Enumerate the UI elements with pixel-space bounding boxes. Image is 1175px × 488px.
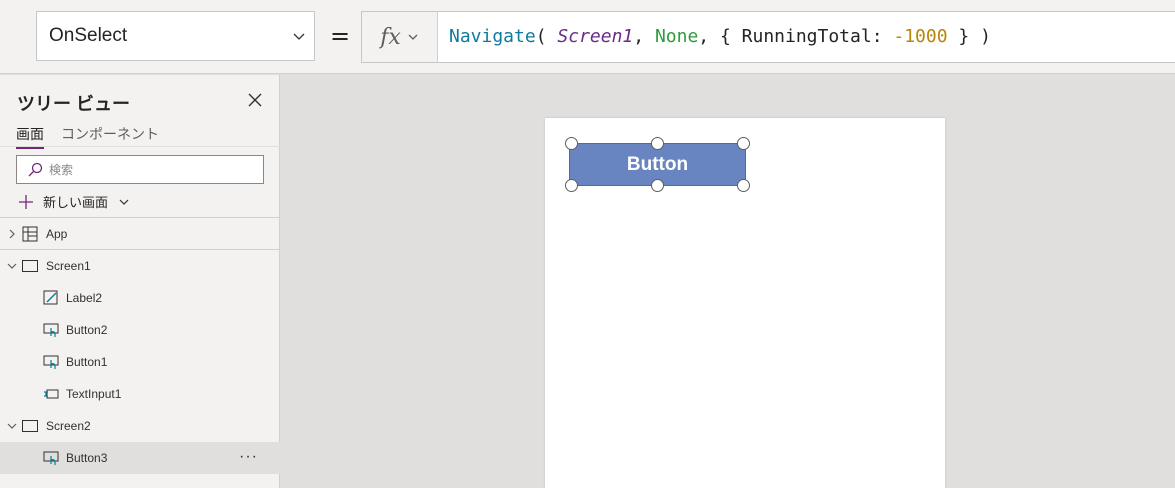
divider: [0, 146, 280, 147]
app-screen[interactable]: Button: [545, 118, 945, 488]
label-icon: [43, 290, 58, 305]
property-dropdown-value: OnSelect: [49, 25, 128, 46]
tree-node-label: Button3: [66, 451, 108, 465]
chevron-down-icon: [408, 34, 418, 40]
tree-view-title: ツリー ビュー: [17, 94, 131, 114]
resize-handle-top[interactable]: [651, 137, 664, 150]
chevron-down-icon[interactable]: [6, 420, 18, 432]
equals-sign: =: [330, 22, 351, 50]
formula-punct: (: [535, 26, 558, 47]
button-icon: [43, 323, 59, 337]
screen-icon: [22, 420, 38, 432]
new-screen-button[interactable]: 新しい画面: [18, 192, 130, 211]
resize-handle-top-left[interactable]: [565, 137, 578, 150]
tree-node-textinput1[interactable]: TextInput1: [0, 378, 280, 410]
more-options-icon[interactable]: ···: [239, 448, 258, 466]
formula-bar: OnSelect = fx Navigate( Screen1, None, {…: [0, 0, 1175, 74]
app-icon: [22, 226, 38, 242]
new-screen-label: 新しい画面: [43, 195, 109, 210]
chevron-down-icon[interactable]: [6, 260, 18, 272]
tree-node-label: Screen1: [46, 259, 91, 273]
tree-node-button2[interactable]: Button2: [0, 314, 280, 346]
resize-handle-bottom[interactable]: [651, 179, 664, 192]
property-dropdown[interactable]: OnSelect: [36, 11, 315, 61]
tree-node-label2[interactable]: Label2: [0, 282, 280, 314]
chevron-down-icon: [119, 199, 129, 205]
close-icon[interactable]: [246, 91, 264, 109]
tree-node-label: TextInput1: [66, 387, 122, 401]
tree-node-screen2[interactable]: Screen2: [0, 410, 280, 442]
tree-node-label: Label2: [66, 291, 103, 305]
tree-node-button3[interactable]: Button3 ···: [0, 442, 280, 474]
formula-text[interactable]: Navigate( Screen1, None, { RunningTotal:…: [449, 26, 991, 47]
resize-handle-bottom-right[interactable]: [737, 179, 750, 192]
chevron-down-icon: [293, 33, 305, 40]
design-canvas[interactable]: Button: [281, 75, 1175, 488]
fx-button[interactable]: fx: [362, 12, 438, 62]
formula-punct: } ): [947, 26, 991, 47]
formula-param-transition: None: [654, 26, 699, 47]
tree-node-label: Button2: [66, 323, 108, 337]
plus-icon: [19, 194, 33, 209]
tree-node-screen1[interactable]: Screen1: [0, 250, 280, 282]
button-icon: [43, 355, 59, 369]
button-icon: [43, 451, 59, 465]
formula-param-screen: Screen1: [557, 26, 634, 47]
tree-node-button1[interactable]: Button1: [0, 346, 280, 378]
formula-punct: ,: [633, 26, 655, 47]
resize-handle-bottom-left[interactable]: [565, 179, 578, 192]
formula-punct: , { RunningTotal:: [698, 26, 894, 47]
text-input-icon: [44, 389, 59, 399]
formula-input[interactable]: fx Navigate( Screen1, None, { RunningTot…: [361, 11, 1175, 63]
search-box[interactable]: [16, 155, 264, 184]
fx-icon: fx: [380, 24, 401, 50]
tree-node-label: Screen2: [46, 419, 91, 433]
tree-view-panel: ツリー ビュー 画面 コンポーネント 新しい画面 App Screen1 Lab…: [0, 75, 280, 488]
canvas-button-label: Button: [626, 153, 689, 175]
resize-handle-top-right[interactable]: [737, 137, 750, 150]
formula-function: Navigate: [449, 26, 536, 47]
formula-number: -1000: [893, 26, 948, 47]
chevron-right-icon[interactable]: [6, 228, 18, 240]
tree-node-label: App: [46, 227, 68, 241]
search-icon: [28, 162, 43, 176]
tree-node-app[interactable]: App: [0, 218, 280, 250]
search-input[interactable]: [49, 162, 249, 177]
tree-node-label: Button1: [66, 355, 108, 369]
screen-icon: [22, 260, 38, 272]
